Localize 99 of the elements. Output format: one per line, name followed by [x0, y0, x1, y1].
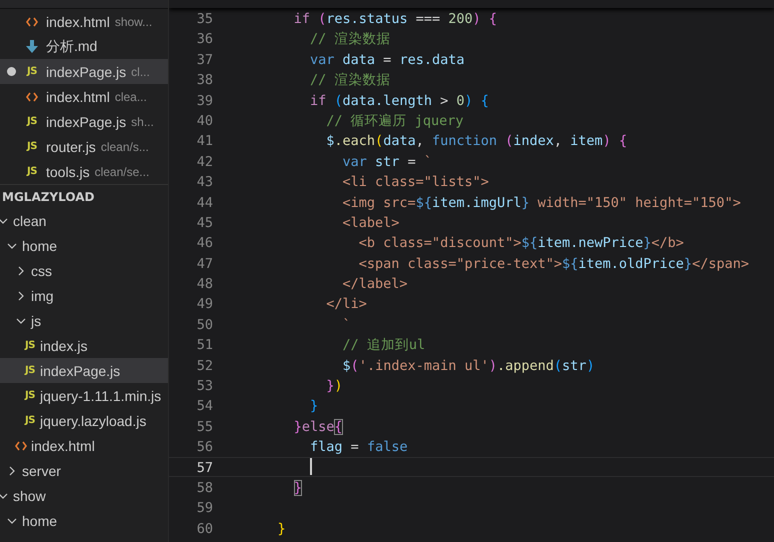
file-path: clean/se... — [94, 164, 150, 178]
line-number: 43 — [196, 173, 214, 191]
js-file-icon: JS — [27, 116, 37, 127]
code-line: } — [276, 520, 286, 538]
file-path: clea... — [114, 90, 147, 104]
chevron-down-icon[interactable] — [16, 316, 26, 326]
line-number: 48 — [196, 275, 214, 292]
code-line: ` — [342, 316, 351, 334]
code-line: flag = false — [309, 438, 408, 456]
folder-item[interactable]: home — [0, 233, 168, 258]
open-editor-item[interactable]: JS router.js clean/s... — [0, 134, 168, 159]
chevron-down-icon[interactable] — [0, 490, 8, 500]
code-brackets-icon — [26, 92, 38, 102]
line-number: 60 — [196, 520, 214, 538]
folder-item[interactable]: show — [0, 483, 168, 508]
js-file-icon: JS — [25, 415, 35, 426]
line-number: 39 — [196, 92, 214, 109]
js-file-icon: JS — [25, 340, 35, 351]
folder-item[interactable]: js — [0, 308, 168, 333]
folder-item[interactable]: server — [0, 458, 168, 483]
code-line: </label> — [342, 275, 408, 292]
open-editor-item[interactable]: index.html show... — [0, 9, 168, 34]
code-line: <li class="lists"> — [342, 173, 489, 191]
code-line: $('.index-main ul').append(str) — [342, 356, 595, 374]
code-line: if (res.status === 200) { — [292, 10, 498, 28]
code-line: // 循环遍历 jquery — [325, 112, 464, 130]
file-item[interactable]: JS indexPage.js — [0, 358, 168, 383]
line-number: 53 — [196, 377, 214, 394]
code-line: var str = ` — [342, 152, 432, 170]
line-number: 59 — [196, 499, 214, 517]
code-line: <span class="price-text">${item.oldPrice}</span> — [358, 254, 749, 272]
explorer-section-title[interactable]: MGLAZYLOAD — [0, 184, 168, 208]
code-line: }else{ — [292, 418, 343, 436]
chevron-down-icon[interactable] — [0, 216, 8, 226]
line-number: 55 — [196, 418, 214, 436]
line-number: 46 — [196, 234, 214, 252]
chevron-down-icon[interactable] — [7, 516, 17, 526]
line-number: 57 — [196, 458, 214, 476]
open-editor-item[interactable]: index.html clea... — [0, 84, 168, 109]
code-line: } — [309, 397, 318, 415]
line-number: 45 — [196, 214, 214, 232]
down-arrow-icon — [26, 40, 38, 53]
text-cursor — [310, 458, 312, 476]
file-item[interactable]: JS jquery-1.11.1.min.js — [0, 383, 168, 408]
line-number: 42 — [196, 152, 214, 170]
folder-item[interactable]: home — [0, 508, 168, 533]
file-item[interactable]: index.html — [0, 433, 168, 458]
file-path: clean/s... — [100, 140, 149, 154]
js-file-icon: JS — [27, 141, 37, 152]
js-file-icon: JS — [25, 390, 35, 401]
code-line: $.each(data, function (index, item) { — [325, 132, 628, 150]
line-number: 54 — [196, 397, 214, 415]
code-line: // 渲染数据 — [309, 30, 390, 48]
file-path: cl... — [131, 64, 150, 78]
open-editor-item[interactable]: JS indexPage.js cl... — [0, 59, 168, 84]
folder-item[interactable]: css — [0, 258, 168, 283]
open-editor-item[interactable]: 分析.md — [0, 34, 168, 59]
open-editor-item[interactable]: JS indexPage.js sh... — [0, 109, 168, 134]
line-number: 38 — [196, 71, 214, 89]
chevron-right-icon[interactable] — [16, 290, 26, 300]
line-number: 35 — [196, 10, 214, 28]
line-number: 47 — [196, 254, 214, 272]
code-line: if (data.length > 0) { — [309, 92, 489, 109]
line-number: 51 — [196, 336, 214, 354]
open-editor-item[interactable]: JS tools.js clean/se... — [0, 159, 168, 184]
unsaved-dot-icon — [6, 67, 16, 76]
code-line: <b class="discount">${item.newPrice}</b> — [358, 234, 684, 252]
file-path: show... — [114, 14, 152, 28]
folder-item[interactable]: clean — [0, 208, 168, 233]
chevron-down-icon[interactable] — [7, 240, 17, 250]
code-line: }) — [325, 377, 343, 394]
line-number: 52 — [196, 356, 214, 374]
code-line: } — [292, 478, 302, 496]
folder-item[interactable]: img — [0, 283, 168, 308]
code-line: <img src=${item.imgUrl} width="150" height="150"> — [342, 194, 741, 211]
js-file-icon: JS — [27, 166, 37, 177]
code-brackets-icon — [15, 440, 27, 450]
line-number: 44 — [196, 194, 214, 211]
line-number: 58 — [196, 478, 214, 496]
file-item[interactable]: JS jquery.lazyload.js — [0, 408, 168, 433]
code-line: // 渲染数据 — [309, 71, 390, 89]
line-number: 50 — [196, 316, 214, 334]
code-brackets-icon — [26, 16, 38, 26]
line-number: 41 — [196, 132, 214, 150]
js-file-icon: JS — [25, 365, 35, 376]
line-number: 40 — [196, 112, 214, 130]
line-number: 56 — [196, 438, 214, 456]
line-number: 49 — [196, 295, 214, 313]
file-path: sh... — [131, 114, 154, 128]
code-line: <label> — [342, 214, 400, 232]
line-number: 36 — [196, 30, 214, 48]
chevron-right-icon[interactable] — [16, 266, 26, 276]
code-line: var data = res.data — [309, 50, 464, 68]
js-file-icon: JS — [27, 66, 37, 77]
line-number: 37 — [196, 50, 214, 68]
code-line: // 追加到ul — [342, 336, 426, 354]
code-line: </li> — [325, 295, 367, 313]
chevron-right-icon[interactable] — [7, 466, 17, 476]
file-item[interactable]: JS index.js — [0, 333, 168, 358]
